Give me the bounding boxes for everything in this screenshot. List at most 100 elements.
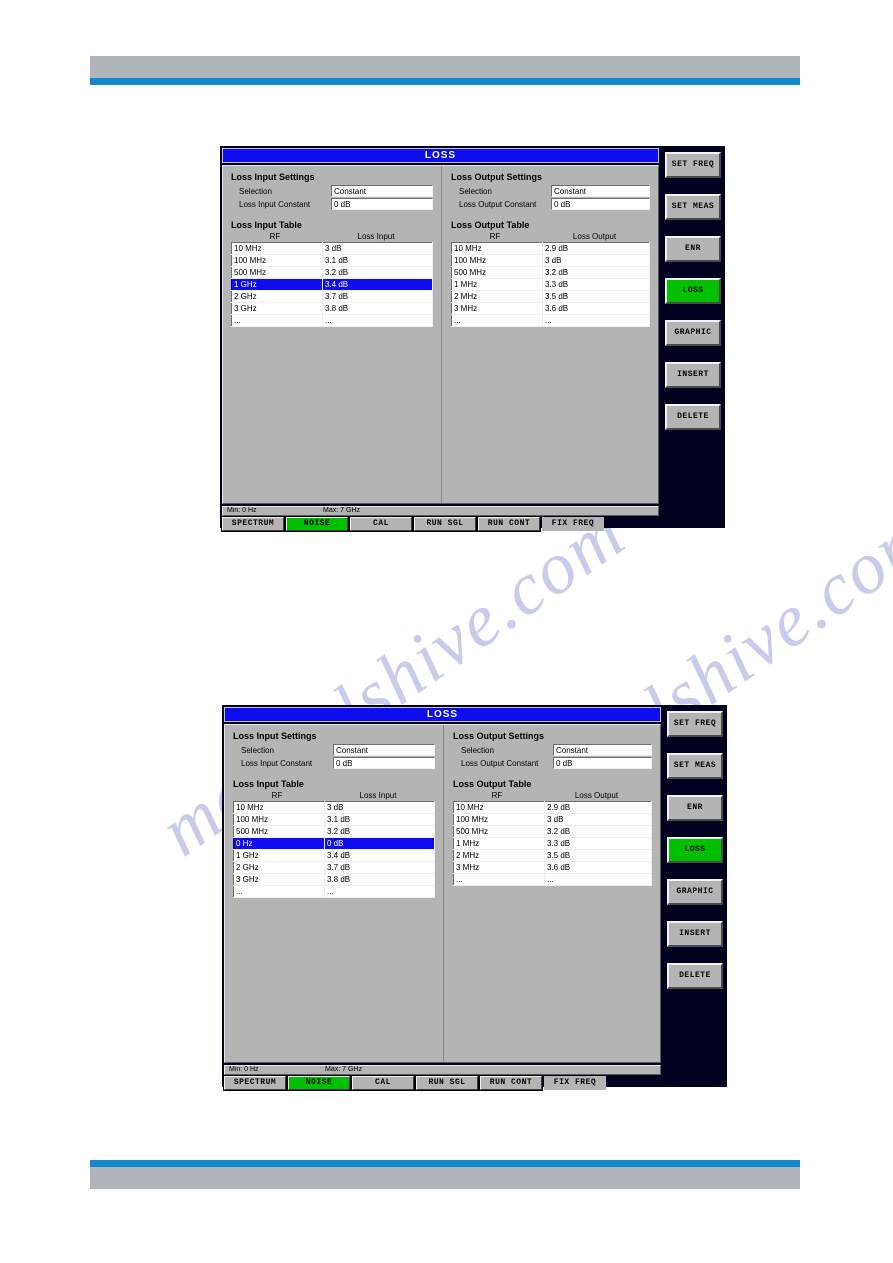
- cell-loss[interactable]: 3.5 dB: [542, 290, 650, 303]
- cell-rf[interactable]: 1 MHz: [453, 837, 545, 850]
- table-row[interactable]: 3 GHz 3.8 dB: [233, 873, 435, 886]
- table-row[interactable]: 2 GHz 3.7 dB: [233, 861, 435, 874]
- cell-rf[interactable]: 10 MHz: [451, 242, 543, 255]
- softkey-loss[interactable]: LOSS: [667, 837, 723, 863]
- table-row[interactable]: 10 MHz 2.9 dB: [453, 801, 652, 814]
- cell-rf[interactable]: 500 MHz: [233, 825, 325, 838]
- table-row[interactable]: 500 MHz 3.2 dB: [451, 266, 650, 279]
- cell-loss[interactable]: 3.8 dB: [324, 873, 435, 886]
- cell-loss[interactable]: ...: [542, 314, 650, 327]
- table-row[interactable]: 1 GHz 3.4 dB: [231, 278, 433, 291]
- setting-row-loss-output-constant[interactable]: Loss Output Constant 0 dB: [453, 757, 652, 769]
- cell-rf[interactable]: 10 MHz: [233, 801, 325, 814]
- table-row[interactable]: 3 MHz 3.6 dB: [451, 302, 650, 315]
- toolbar-button-run-sgl[interactable]: RUN SGL: [413, 516, 477, 532]
- cell-rf[interactable]: 3 GHz: [231, 302, 323, 315]
- toolbar-button-run-cont[interactable]: RUN CONT: [477, 516, 541, 532]
- cell-rf[interactable]: 2 MHz: [453, 849, 545, 862]
- cell-loss[interactable]: 3.1 dB: [322, 254, 433, 267]
- cell-rf[interactable]: 500 MHz: [453, 825, 545, 838]
- cell-rf[interactable]: 500 MHz: [451, 266, 543, 279]
- selection-value-field[interactable]: Constant: [551, 185, 650, 197]
- table-row[interactable]: 1 MHz 3.3 dB: [453, 837, 652, 850]
- cell-loss[interactable]: 3.2 dB: [542, 266, 650, 279]
- cell-rf[interactable]: 100 MHz: [233, 813, 325, 826]
- cell-rf[interactable]: ...: [233, 885, 325, 898]
- table-row[interactable]: 3 GHz 3.8 dB: [231, 302, 433, 315]
- cell-loss[interactable]: 3 dB: [542, 254, 650, 267]
- cell-rf[interactable]: 2 MHz: [451, 290, 543, 303]
- table-row[interactable]: 500 MHz 3.2 dB: [231, 266, 433, 279]
- softkey-set-freq[interactable]: SET FREQ: [667, 711, 723, 737]
- setting-row-selection[interactable]: Selection Constant: [231, 185, 433, 197]
- cell-rf[interactable]: ...: [451, 314, 543, 327]
- toolbar-button-cal[interactable]: CAL: [351, 1075, 415, 1091]
- cell-loss[interactable]: 3 dB: [324, 801, 435, 814]
- table-row[interactable]: 500 MHz 3.2 dB: [453, 825, 652, 838]
- cell-rf[interactable]: 0 Hz: [233, 837, 325, 850]
- cell-loss[interactable]: 3.2 dB: [322, 266, 433, 279]
- cell-loss[interactable]: 3.7 dB: [322, 290, 433, 303]
- loss-output-constant-value-field[interactable]: 0 dB: [553, 757, 652, 769]
- toolbar-button-spectrum[interactable]: SPECTRUM: [223, 1075, 287, 1091]
- cell-loss[interactable]: 3.7 dB: [324, 861, 435, 874]
- cell-loss[interactable]: 3.2 dB: [324, 825, 435, 838]
- toolbar-button-run-sgl[interactable]: RUN SGL: [415, 1075, 479, 1091]
- table-row[interactable]: 10 MHz 2.9 dB: [451, 242, 650, 255]
- loss-input-constant-value-field[interactable]: 0 dB: [331, 198, 433, 210]
- loss-input-constant-value-field[interactable]: 0 dB: [333, 757, 435, 769]
- setting-row-loss-input-constant[interactable]: Loss Input Constant 0 dB: [233, 757, 435, 769]
- table-row[interactable]: ......: [233, 885, 435, 898]
- cell-rf[interactable]: 1 GHz: [231, 278, 323, 291]
- table-row[interactable]: 2 MHz 3.5 dB: [453, 849, 652, 862]
- cell-loss[interactable]: ...: [322, 314, 433, 327]
- softkey-graphic[interactable]: GRAPHIC: [667, 879, 723, 905]
- cell-rf[interactable]: 10 MHz: [453, 801, 545, 814]
- table-row[interactable]: 0 Hz 0 dB: [233, 837, 435, 850]
- softkey-graphic[interactable]: GRAPHIC: [665, 320, 721, 346]
- table-row[interactable]: ......: [231, 314, 433, 327]
- softkey-insert[interactable]: INSERT: [665, 362, 721, 388]
- toolbar-button-fix-freq[interactable]: FIX FREQ: [544, 1076, 606, 1090]
- cell-rf[interactable]: 2 GHz: [231, 290, 323, 303]
- table-row[interactable]: 2 MHz 3.5 dB: [451, 290, 650, 303]
- softkey-loss[interactable]: LOSS: [665, 278, 721, 304]
- table-row[interactable]: 3 MHz 3.6 dB: [453, 861, 652, 874]
- cell-rf[interactable]: 100 MHz: [231, 254, 323, 267]
- toolbar-button-fix-freq[interactable]: FIX FREQ: [542, 517, 604, 531]
- table-row[interactable]: 100 MHz 3 dB: [453, 813, 652, 826]
- cell-rf[interactable]: 3 MHz: [451, 302, 543, 315]
- cell-loss[interactable]: 3.1 dB: [324, 813, 435, 826]
- table-row[interactable]: ......: [453, 873, 652, 886]
- softkey-delete[interactable]: DELETE: [667, 963, 723, 989]
- table-row[interactable]: 100 MHz 3.1 dB: [231, 254, 433, 267]
- setting-row-selection[interactable]: Selection Constant: [233, 744, 435, 756]
- loss-output-constant-value-field[interactable]: 0 dB: [551, 198, 650, 210]
- table-row[interactable]: 100 MHz 3 dB: [451, 254, 650, 267]
- table-row[interactable]: 10 MHz 3 dB: [233, 801, 435, 814]
- toolbar-button-noise[interactable]: NOISE: [285, 516, 349, 532]
- cell-loss[interactable]: 3.2 dB: [544, 825, 652, 838]
- toolbar-button-noise[interactable]: NOISE: [287, 1075, 351, 1091]
- softkey-delete[interactable]: DELETE: [665, 404, 721, 430]
- setting-row-selection[interactable]: Selection Constant: [453, 744, 652, 756]
- table-row[interactable]: 500 MHz 3.2 dB: [233, 825, 435, 838]
- cell-loss[interactable]: 3.6 dB: [544, 861, 652, 874]
- loss-output-table[interactable]: 10 MHz 2.9 dB 100 MHz 3 dB 500 MHz 3.2 dB 1 MH…: [451, 242, 650, 327]
- cell-loss[interactable]: 0 dB: [324, 837, 435, 850]
- cell-loss[interactable]: ...: [324, 885, 435, 898]
- cell-rf[interactable]: 3 MHz: [453, 861, 545, 874]
- setting-row-selection[interactable]: Selection Constant: [451, 185, 650, 197]
- cell-loss[interactable]: 3.5 dB: [544, 849, 652, 862]
- cell-loss[interactable]: 3.6 dB: [542, 302, 650, 315]
- cell-loss[interactable]: 3.4 dB: [322, 278, 433, 291]
- table-row[interactable]: 1 MHz 3.3 dB: [451, 278, 650, 291]
- cell-rf[interactable]: 100 MHz: [451, 254, 543, 267]
- cell-loss[interactable]: 3.8 dB: [322, 302, 433, 315]
- table-row[interactable]: 100 MHz 3.1 dB: [233, 813, 435, 826]
- cell-rf[interactable]: 100 MHz: [453, 813, 545, 826]
- loss-input-table[interactable]: 10 MHz 3 dB 100 MHz 3.1 dB 500 MHz 3.2 dB 0 Hz…: [233, 801, 435, 898]
- cell-rf[interactable]: 10 MHz: [231, 242, 323, 255]
- cell-rf[interactable]: ...: [453, 873, 545, 886]
- selection-value-field[interactable]: Constant: [331, 185, 433, 197]
